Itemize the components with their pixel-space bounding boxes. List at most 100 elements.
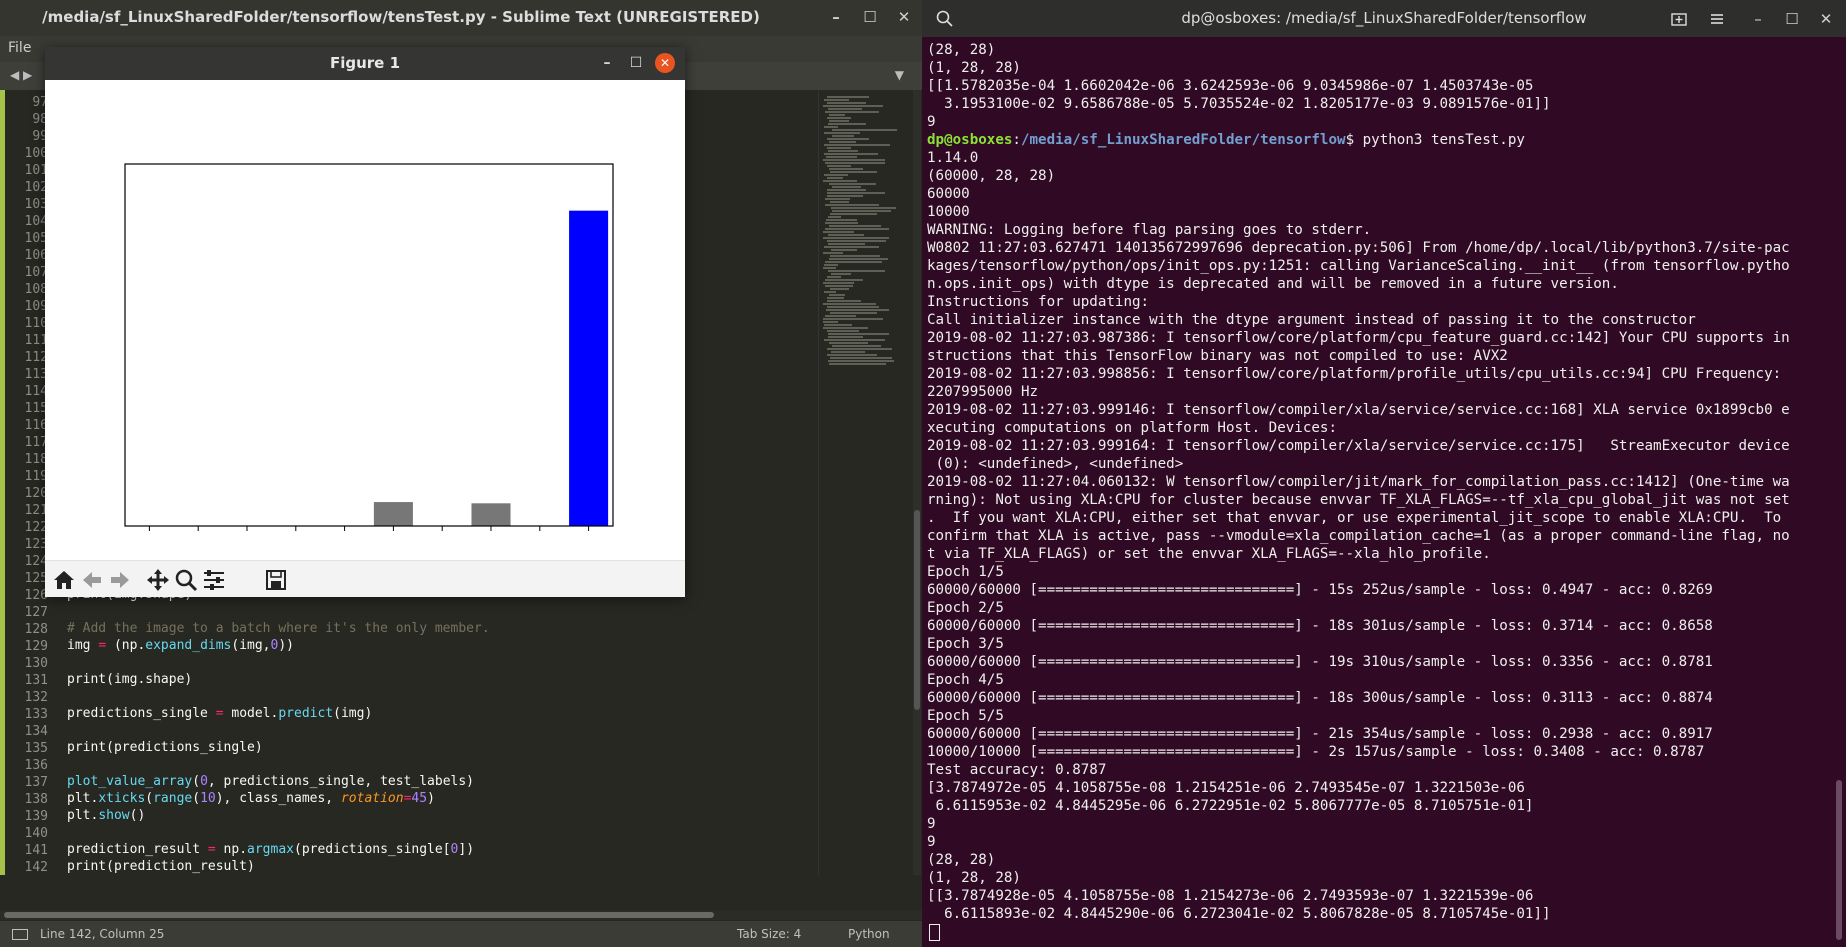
save-icon[interactable] [263,567,289,593]
figure-toolbar [45,560,685,597]
minimize-button[interactable]: – [826,7,846,27]
terminal-titlebar[interactable]: dp@osboxes: /media/sf_LinuxSharedFolder/… [922,0,1846,37]
terminal-line: 60000/60000 [===========================… [927,618,1713,634]
minimap-line [823,180,857,182]
minimap-line [828,360,894,362]
terminal-line: WARNING: Logging before flag parsing goe… [927,222,1372,238]
x-tick-label: Coat [314,530,351,560]
cursor-position: Line 142, Column 25 [40,927,165,941]
maximize-button[interactable]: ☐ [626,53,646,73]
close-button[interactable]: ✕ [1816,9,1836,29]
line-number: 108 [24,282,48,297]
vertical-scrollbar[interactable] [913,90,921,875]
minimize-button[interactable]: – [1748,9,1768,29]
x-tick-label: Dress [260,530,303,560]
pan-icon[interactable] [145,567,171,593]
minimap-line [827,354,877,356]
line-number: 135 [24,741,48,756]
minimize-button[interactable]: – [597,53,617,73]
sublime-titlebar[interactable]: /media/sf_LinuxSharedFolder/tensorflow/t… [0,0,922,36]
line-number: 123 [24,537,48,552]
bar-9 [569,210,609,526]
maximize-button[interactable]: ☐ [1782,9,1802,29]
close-button[interactable]: ✕ [894,7,914,27]
plot-frame [124,163,614,527]
minimap-line [831,207,896,209]
configure-icon[interactable] [201,567,227,593]
minimap-line [828,243,865,245]
minimap-line [825,162,885,164]
line-number: 106 [24,248,48,263]
maximize-button[interactable]: ☐ [860,7,880,27]
terminal-line: 2019-08-02 11:27:03.999164: I tensorflow… [927,438,1790,454]
minimap-line [823,282,854,284]
line-number: 111 [24,333,48,348]
terminal-line: 2207995000 Hz [927,384,1039,400]
code-line-141: prediction_result = np.argmax(prediction… [67,842,475,857]
line-number: 142 [24,860,48,875]
minimap-line [824,132,860,134]
line-number: 129 [24,639,48,654]
code-line-129: img = (np.expand_dims(img,0)) [67,638,294,653]
minimap-line [827,96,869,98]
terminal-output[interactable]: (28, 28) (1, 28, 28) [[1.5782035e-04 1.660… [927,41,1842,941]
line-number: 134 [24,724,48,739]
line-number-gutter: 97 98 99 100 101 102 103 104 105 106 107 108 109 110 1… [0,90,48,875]
minimap-line [829,114,845,116]
minimap[interactable] [818,90,914,875]
terminal-line: Test accuracy: 0.8787 [927,762,1107,778]
line-number: 141 [24,843,48,858]
line-number: 138 [24,792,48,807]
minimap-line [828,123,866,125]
syntax-language[interactable]: Python [848,927,890,941]
terminal-line: (1, 28, 28) [927,870,1021,886]
minimap-line [827,306,879,308]
horizontal-scrollbar[interactable] [0,910,922,920]
line-number: 137 [24,775,48,790]
line-number: 105 [24,231,48,246]
terminal-line: (1, 28, 28) [927,60,1021,76]
terminal-line: [[3.7874928e-05 4.1058755e-08 1.2154273e… [927,888,1534,904]
forward-icon[interactable] [107,567,133,593]
scrollbar-thumb[interactable] [4,912,714,918]
tab-nav-arrows-icon[interactable]: ◀ ▶ [10,68,32,82]
menu-file[interactable]: File [8,40,31,56]
minimap-line [832,129,897,131]
terminal-line: 2019-08-02 11:27:03.999146: I tensorflow… [927,402,1790,418]
minimap-line [825,285,853,287]
minimap-line [831,249,857,251]
terminal-line: 6.6115893e-02 4.8445290e-06 6.2723041e-0… [927,906,1551,922]
close-button[interactable]: ✕ [655,53,675,73]
panel-toggle-icon[interactable] [12,929,28,940]
figure-titlebar[interactable]: Figure 1 – ☐ ✕ [45,47,685,80]
minimap-line [825,261,882,263]
terminal-scrollbar[interactable] [1836,780,1842,940]
minimap-line [824,324,852,326]
minimap-line [825,222,858,224]
prompt-separator: : [1012,132,1021,148]
minimap-line [830,171,877,173]
terminal-line: 10000/10000 [===========================… [927,744,1705,760]
zoom-icon[interactable] [173,567,199,593]
minimap-line [823,252,843,254]
terminal-line: (28, 28) [927,852,996,868]
line-number: 132 [24,690,48,705]
terminal-line: 60000 [927,186,970,202]
back-icon[interactable] [79,567,105,593]
line-number: 131 [24,673,48,688]
minimap-line [827,147,851,149]
terminal-line: Epoch 5/5 [927,708,1004,724]
terminal-line: . If you want XLA:CPU, either set that e… [927,510,1782,526]
hamburger-menu-icon[interactable] [1708,10,1726,28]
minimap-line [829,342,868,344]
home-icon[interactable] [51,567,77,593]
scrollbar-thumb[interactable] [914,510,920,710]
prompt-path: /media/sf_LinuxSharedFolder/tensorflow [1020,132,1346,148]
minimap-line [827,102,866,104]
line-number: 101 [24,163,48,178]
tab-size[interactable]: Tab Size: 4 [737,927,801,941]
line-number: 125 [24,571,48,586]
new-tab-icon[interactable] [1670,10,1688,28]
tab-dropdown-icon[interactable]: ▼ [895,68,904,82]
line-number: 109 [24,299,48,314]
